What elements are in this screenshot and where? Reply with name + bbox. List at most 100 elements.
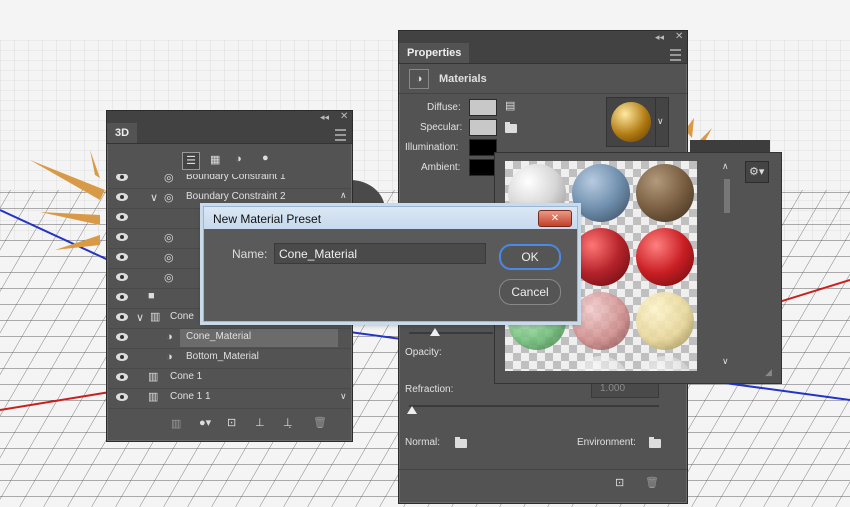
row-label: Cone	[170, 311, 194, 322]
list-item[interactable]: ▥ Cone 1	[108, 368, 351, 389]
render-icon[interactable]: ⊡	[615, 476, 624, 489]
eye-icon[interactable]	[116, 293, 128, 301]
add-light-icon[interactable]: ●▾	[199, 416, 211, 429]
meshes-filter-icon[interactable]: ▦	[210, 153, 220, 166]
list-item[interactable]: ◑ Bottom_Material	[108, 348, 351, 369]
mesh-icon: ▥	[148, 371, 159, 383]
folder-icon[interactable]	[505, 122, 517, 133]
eye-icon[interactable]	[116, 313, 128, 321]
new-constraint-icon[interactable]: ⊥̣	[283, 416, 293, 429]
scrollbar-thumb[interactable]	[724, 179, 730, 213]
opacity-slider-knob[interactable]	[430, 328, 440, 336]
opacity-slider-track[interactable]	[409, 332, 493, 334]
eye-icon[interactable]	[116, 174, 128, 181]
row-label: Cone 1 1	[170, 391, 211, 402]
eye-icon[interactable]	[116, 233, 128, 241]
delete-icon[interactable]: 🗑	[645, 476, 659, 489]
normal-label: Normal:	[405, 437, 441, 448]
panel-tabbar: Properties	[399, 43, 687, 64]
close-icon[interactable]: ✕	[340, 111, 348, 123]
ok-button[interactable]: OK	[499, 244, 561, 270]
panel-footer: ⊡ 🗑	[399, 469, 687, 502]
material-thumbnail[interactable]	[606, 97, 656, 147]
dialog-titlebar: New Material Preset ✕	[204, 207, 577, 229]
dialog-close-button[interactable]: ✕	[538, 210, 572, 227]
illumination-swatch[interactable]	[469, 139, 497, 156]
scroll-up-icon[interactable]: ∧	[340, 190, 347, 201]
material-icon: ◑	[166, 351, 173, 363]
row-label: Cone_Material	[186, 331, 252, 342]
name-input[interactable]: Cone_Material	[274, 243, 486, 264]
materials-icon: ◑	[409, 69, 429, 89]
panel-topbar: ◂◂ ✕	[399, 31, 687, 43]
material-cell[interactable]	[569, 353, 633, 371]
gear-icon: ⚙▾	[749, 166, 765, 178]
material-cell[interactable]	[633, 289, 697, 353]
opacity-label: Opacity:	[405, 347, 442, 358]
panel-menu-icon[interactable]	[335, 129, 346, 141]
section-title: Materials	[439, 73, 487, 85]
scroll-down-icon[interactable]: ∨	[340, 391, 347, 402]
chevron-down-icon[interactable]: ∨	[150, 191, 158, 204]
diffuse-swatch[interactable]	[469, 99, 497, 116]
refraction-slider-knob[interactable]	[407, 406, 417, 414]
drop-to-plane-icon[interactable]: ⊥	[255, 416, 265, 429]
folder-icon[interactable]	[455, 437, 467, 448]
specular-swatch[interactable]	[469, 119, 497, 136]
constraint-icon: ◎	[164, 192, 174, 204]
eye-icon[interactable]	[116, 353, 128, 361]
scroll-up-icon[interactable]: ∧	[722, 161, 729, 172]
scroll-down-icon[interactable]: ∨	[722, 356, 729, 367]
picker-settings-button[interactable]: ⚙▾	[745, 161, 769, 183]
filter-toolbar: ☰ ▦ ◑ ●	[182, 151, 282, 171]
constraint-icon: ◎	[164, 174, 174, 184]
list-item[interactable]: ◎ Boundary Constraint 1	[108, 174, 351, 189]
material-cell[interactable]	[569, 289, 633, 353]
texture-icon[interactable]: ▤	[505, 99, 515, 112]
render-icon[interactable]: ⊡	[227, 416, 236, 429]
ambient-swatch[interactable]	[469, 159, 497, 176]
eye-icon[interactable]	[116, 213, 128, 221]
material-cell[interactable]	[569, 161, 633, 225]
constraint-icon: ◎	[164, 252, 174, 264]
panel-menu-icon[interactable]	[670, 49, 681, 61]
material-cell[interactable]	[633, 161, 697, 225]
eye-icon[interactable]	[116, 373, 128, 381]
chevron-down-icon[interactable]: ∨	[136, 311, 144, 324]
material-cell[interactable]	[633, 353, 697, 371]
eye-icon[interactable]	[116, 193, 128, 201]
eye-icon[interactable]	[116, 253, 128, 261]
material-cell[interactable]	[569, 225, 633, 289]
list-item[interactable]: ◑ Cone_Material	[108, 328, 351, 349]
materials-filter-icon[interactable]: ◑	[235, 153, 242, 165]
eye-icon[interactable]	[116, 333, 128, 341]
tab-properties[interactable]: Properties	[399, 43, 470, 63]
camera-icon: ■	[148, 290, 155, 302]
cancel-button-label: Cancel	[511, 285, 549, 299]
picker-scrollbar[interactable]: ∧ ∨	[722, 161, 731, 371]
whole-scene-filter-icon[interactable]: ☰	[182, 152, 200, 170]
eye-icon[interactable]	[116, 393, 128, 401]
refraction-label: Refraction:	[405, 384, 454, 395]
close-icon[interactable]: ✕	[675, 31, 683, 43]
cancel-button[interactable]: Cancel	[499, 279, 561, 305]
collapse-icon[interactable]: ◂◂	[320, 111, 329, 123]
new-material-preset-dialog: New Material Preset ✕ Name: Cone_Materia…	[203, 206, 578, 322]
material-picker-toggle[interactable]: ∨	[655, 97, 669, 147]
material-icon: ◑	[166, 331, 173, 343]
material-cell[interactable]	[505, 353, 569, 371]
refraction-slider-track[interactable]	[409, 405, 659, 407]
ambient-label: Ambient:	[421, 162, 461, 173]
close-icon: ✕	[550, 213, 560, 224]
delete-icon[interactable]: 🗑	[313, 416, 327, 429]
collapse-icon[interactable]: ◂◂	[655, 31, 664, 43]
dialog-title: New Material Preset	[213, 212, 322, 226]
eye-icon[interactable]	[116, 273, 128, 281]
list-item[interactable]: ▥ Cone 1 1 ∨	[108, 388, 351, 409]
tab-3d[interactable]: 3D	[107, 123, 138, 143]
resize-handle-icon[interactable]: ◢	[765, 367, 772, 378]
folder-icon[interactable]	[649, 437, 661, 448]
scene-icon[interactable]: ▥	[171, 417, 181, 430]
lights-filter-icon[interactable]: ●	[262, 152, 269, 164]
material-cell[interactable]	[633, 225, 697, 289]
